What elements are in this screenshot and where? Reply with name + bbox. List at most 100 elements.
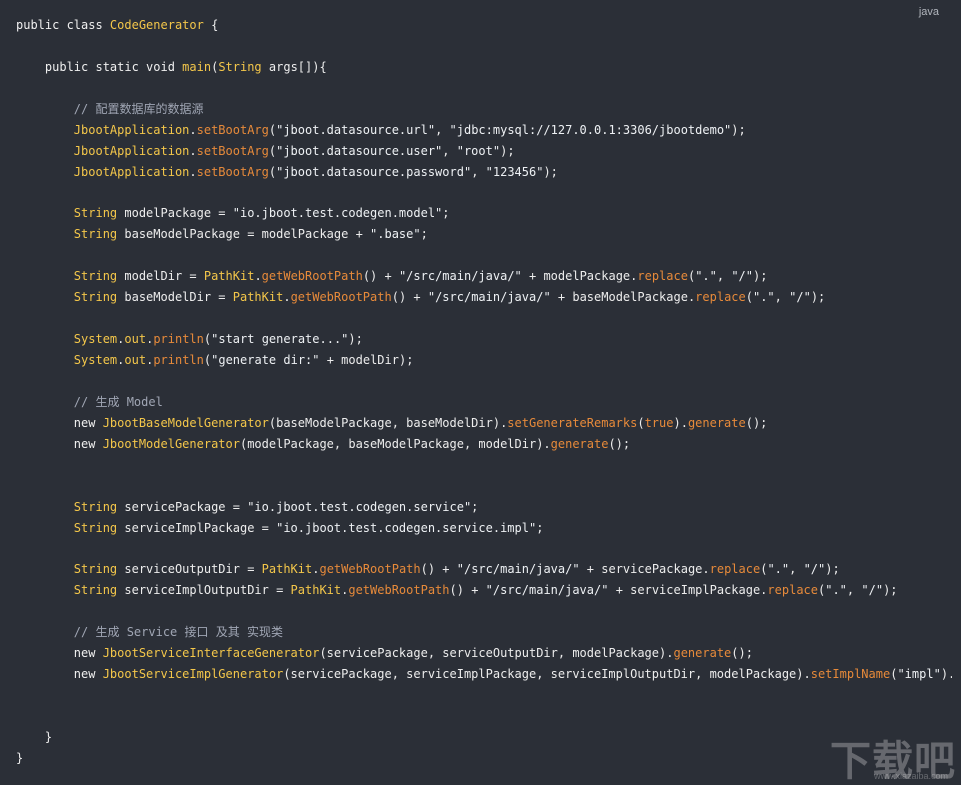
code-line: // 生成 Service 接口 及其 实现类	[16, 622, 952, 643]
code-line: public class CodeGenerator {	[16, 15, 952, 36]
code-token: JbootApplication	[73, 122, 190, 137]
code-token: () +	[391, 290, 428, 305]
code-token: setBootArg	[196, 122, 269, 137]
code-line: String servicePackage = "io.jboot.test.c…	[16, 497, 952, 518]
code-content[interactable]: public class CodeGenerator { public stat…	[16, 15, 952, 769]
code-line: JbootApplication.setBootArg("jboot.datas…	[16, 162, 952, 183]
code-token: ,	[716, 269, 732, 284]
code-token: new	[16, 646, 103, 661]
code-token: + servicePackage.	[579, 562, 710, 577]
code-token: replace	[637, 269, 688, 284]
code-token: String	[73, 583, 118, 598]
code-line: // 配置数据库的数据源	[16, 99, 952, 120]
code-token: new	[16, 667, 103, 682]
code-token: println	[153, 332, 204, 347]
code-line: String serviceImplOutputDir = PathKit.ge…	[16, 580, 952, 601]
code-token: replace	[767, 583, 818, 598]
code-token: );	[543, 164, 558, 179]
code-line: String baseModelPackage = modelPackage +…	[16, 224, 952, 245]
code-token: JbootApplication	[73, 164, 190, 179]
code-token: serviceOutputDir =	[117, 562, 262, 577]
code-token: out	[124, 353, 147, 367]
code-token: servicePackage =	[117, 499, 248, 514]
code-token: getWebRootPath	[290, 290, 392, 305]
code-token: );	[753, 269, 768, 284]
code-token: "/src/main/java/"	[398, 269, 522, 284]
code-token: PathKit	[203, 269, 255, 284]
code-token: "start generate..."	[211, 332, 349, 347]
code-token: "/"	[861, 583, 884, 598]
code-line: public static void main(String args[]){	[16, 57, 952, 78]
code-token: "generate dir:"	[211, 353, 320, 367]
code-token: CodeGenerator	[109, 18, 204, 32]
code-token: () +	[420, 562, 457, 577]
code-token: );	[825, 562, 840, 577]
code-token: serviceImplPackage =	[117, 520, 277, 535]
code-token: String	[73, 227, 118, 242]
code-token: "/"	[731, 269, 754, 284]
code-scroll-area[interactable]: public class CodeGenerator { public stat…	[0, 0, 952, 785]
code-token: getWebRootPath	[348, 583, 450, 598]
code-line: String serviceOutputDir = PathKit.getWeb…	[16, 559, 952, 580]
code-token: println	[153, 353, 204, 367]
code-token: String	[73, 499, 118, 514]
code-line: String baseModelDir = PathKit.getWebRoot…	[16, 287, 952, 308]
code-token: String	[73, 562, 118, 577]
code-token: modelPackage =	[117, 206, 233, 221]
code-token: "/"	[803, 562, 826, 577]
code-token: setBootArg	[196, 164, 269, 179]
code-token: baseModelDir =	[117, 290, 233, 305]
code-token: ();	[745, 415, 768, 430]
code-token: public class	[16, 18, 110, 32]
code-token: "."	[767, 562, 790, 577]
code-token: String	[73, 290, 118, 305]
code-token: ,	[435, 122, 450, 137]
code-token: );	[731, 122, 746, 137]
code-token: "/src/main/java/"	[427, 290, 551, 305]
code-line: new JbootBaseModelGenerator(baseModelPac…	[16, 413, 952, 434]
code-line: new JbootModelGenerator(modelPackage, ba…	[16, 434, 952, 455]
code-token: "/src/main/java/"	[485, 583, 609, 598]
code-token: out	[124, 332, 147, 347]
code-token: JbootServiceInterfaceGenerator	[102, 646, 320, 661]
code-token: (servicePackage, serviceImplPackage, ser…	[283, 667, 811, 682]
code-token: replace	[695, 290, 746, 305]
code-block: java public class CodeGenerator { public…	[0, 0, 961, 785]
code-token: .	[189, 164, 197, 179]
code-token: "root"	[456, 143, 501, 158]
code-token: "123456"	[485, 164, 544, 179]
code-token: ,	[442, 143, 457, 158]
code-token: // 配置数据库的数据源	[16, 101, 204, 116]
code-token: }	[16, 750, 24, 765]
code-token: // 生成 Service 接口 及其 实现类	[16, 625, 283, 640]
code-token: ();	[731, 646, 753, 661]
code-line: }	[16, 727, 952, 748]
code-token: .	[189, 122, 197, 137]
code-line: System.out.println("start generate...");	[16, 329, 952, 350]
code-token: "io.jboot.test.codegen.service"	[247, 499, 472, 514]
code-token: JbootApplication	[73, 143, 190, 158]
code-token: modelDir =	[117, 269, 204, 284]
code-token: "io.jboot.test.codegen.service.impl"	[276, 520, 537, 535]
code-token: // 生成 Model	[16, 394, 163, 409]
code-token: "jboot.datasource.user"	[276, 143, 443, 158]
code-token: () +	[362, 269, 399, 284]
code-token: JbootServiceImplGenerator	[102, 667, 284, 682]
code-line: String modelPackage = "io.jboot.test.cod…	[16, 203, 952, 224]
code-token: PathKit	[261, 562, 313, 577]
code-token: System	[73, 332, 118, 347]
code-token: (baseModelPackage, baseModelDir).	[268, 415, 508, 430]
